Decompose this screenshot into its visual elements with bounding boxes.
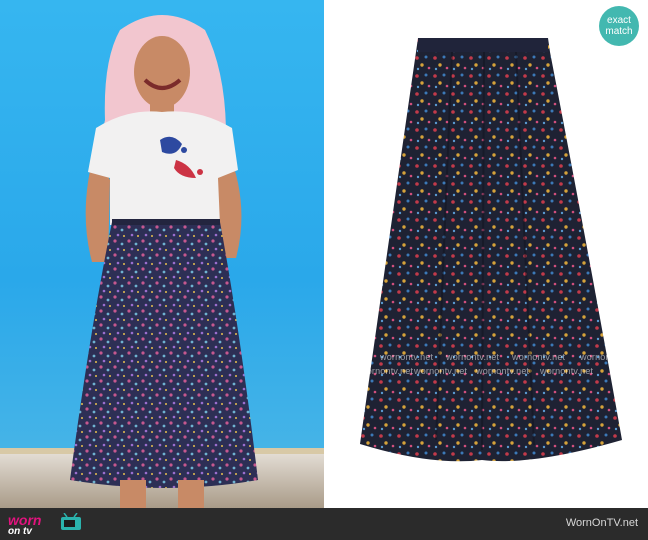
- footer-bar: worn on tv WornOnTV.net: [0, 508, 648, 540]
- watermark: wornontv.net: [380, 352, 434, 362]
- watermark: wornontv.net: [512, 352, 566, 362]
- watermark: wornontv.net: [360, 366, 414, 376]
- watermark: wornontv.net: [580, 352, 634, 362]
- tv-icon: [61, 513, 81, 530]
- watermark: wornontv.net: [446, 352, 500, 362]
- badge-line-1: exact: [607, 15, 631, 26]
- badge-line-2: match: [605, 26, 633, 37]
- exact-match-badge: exact match: [599, 6, 639, 46]
- logo-ontv-text: on tv: [8, 526, 32, 537]
- watermark: wornontv.net: [540, 366, 594, 376]
- woman-figure: [70, 15, 258, 508]
- skirt-product-image: [360, 38, 622, 462]
- left-photo-panel: [0, 0, 324, 508]
- right-product-panel: [324, 0, 648, 508]
- watermark: wornontv.net: [476, 366, 530, 376]
- watermark: wornontv.net: [414, 366, 468, 376]
- footer-site-name: WornOnTV.net: [565, 517, 638, 529]
